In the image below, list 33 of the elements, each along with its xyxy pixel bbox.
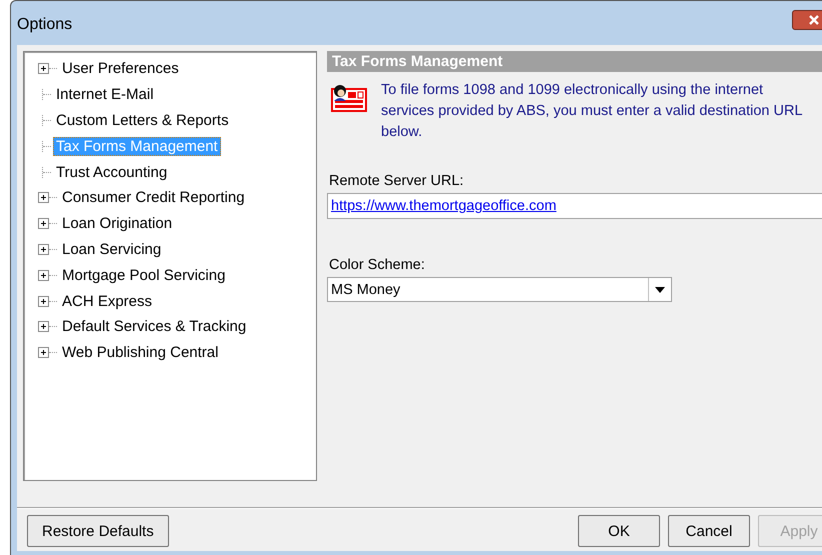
dialog-button[interactable]: OK — [578, 515, 660, 547]
tree-item[interactable]: Loan Origination — [59, 214, 176, 234]
expand-icon[interactable] — [38, 296, 49, 307]
url-link[interactable]: https://www.themortgageoffice.com — [331, 198, 556, 214]
expand-icon[interactable] — [38, 270, 49, 281]
field-label: Color Scheme: — [329, 257, 425, 273]
tree-item[interactable]: Default Services & Tracking — [59, 317, 250, 336]
url-field[interactable]: https://www.themortgageoffice.com — [327, 193, 822, 219]
tree-item[interactable]: Web Publishing Central — [59, 343, 222, 362]
tree-item[interactable]: User Preferences — [59, 59, 182, 78]
window-title: Options — [17, 16, 72, 34]
expand-icon[interactable] — [38, 244, 49, 255]
tax-form-icon — [331, 83, 367, 113]
close-icon — [807, 14, 821, 26]
tree-item[interactable]: Custom Letters & Reports — [53, 110, 232, 130]
field-label: Remote Server URL: — [329, 173, 464, 189]
instructions-text: To file forms 1098 and 1099 electronically using the internet services provided by ABS, you must enter a valid destination URL below. — [381, 81, 804, 142]
expand-icon[interactable] — [38, 63, 49, 74]
section-heading: Tax Forms Management — [327, 51, 822, 72]
color-scheme-dropdown[interactable]: MS Money — [327, 277, 672, 302]
dropdown-arrow-icon — [655, 286, 665, 292]
dialog-button[interactable]: Restore Defaults — [27, 515, 169, 547]
dialog-button[interactable]: Cancel — [668, 515, 750, 547]
expand-icon[interactable] — [38, 321, 49, 332]
expand-icon[interactable] — [38, 347, 49, 358]
tree-item[interactable]: Internet E-Mail — [53, 85, 157, 104]
tree-item[interactable]: Mortgage Pool Servicing — [59, 266, 228, 285]
tree-item[interactable]: Loan Servicing — [59, 240, 164, 259]
tree-item[interactable]: ACH Express — [59, 292, 156, 311]
tree-item[interactable]: Consumer Credit Reporting — [59, 188, 248, 208]
tree-item[interactable]: Trust Accounting — [53, 162, 170, 182]
expand-icon[interactable] — [38, 192, 49, 204]
expand-icon[interactable] — [38, 218, 49, 230]
